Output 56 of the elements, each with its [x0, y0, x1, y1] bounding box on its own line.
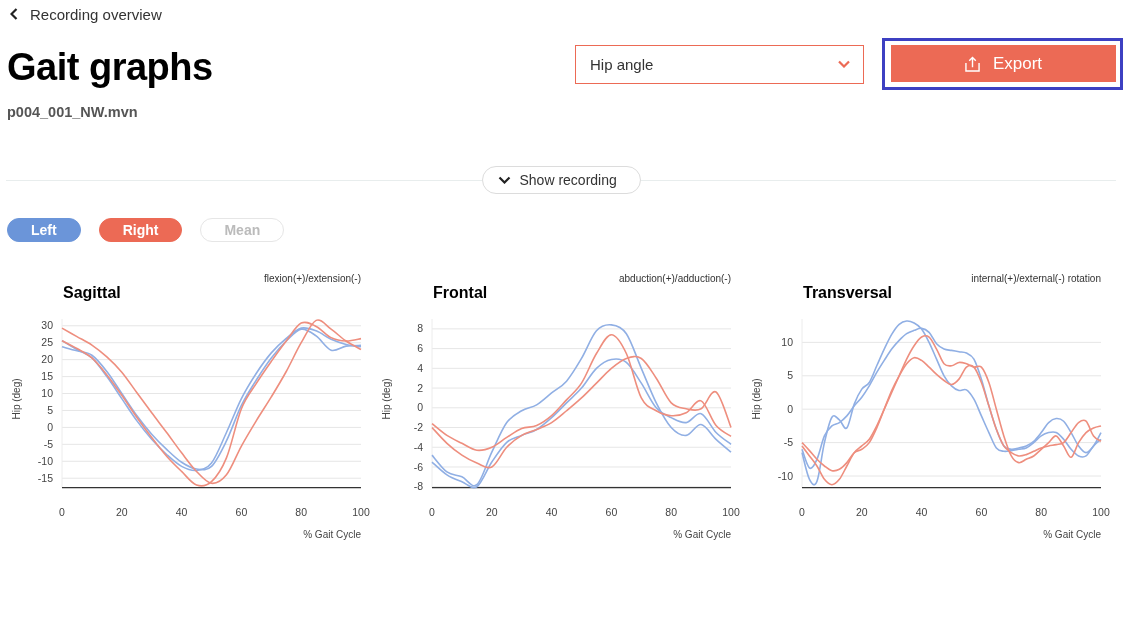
y-tick-label: 2 [417, 381, 423, 394]
x-tick-label: 60 [975, 505, 988, 518]
y-tick-label: -15 [37, 471, 53, 484]
y-tick-label: 0 [47, 421, 53, 433]
file-name: p004_001_NW.mvn [7, 103, 139, 121]
y-tick-label: -6 [413, 460, 423, 473]
x-axis-title: % Gait Cycle [303, 529, 361, 540]
y-tick-label: -8 [413, 480, 423, 493]
x-tick-label: 40 [545, 505, 558, 518]
y-tick-label: 8 [417, 322, 423, 335]
x-tick-label: 20 [485, 505, 498, 518]
x-tick-label: 0 [799, 505, 805, 518]
y-axis-title: Hip (deg) [380, 378, 392, 420]
y-tick-label: 10 [41, 387, 53, 400]
x-tick-label: 0 [59, 505, 65, 518]
x-tick-label: 0 [429, 505, 435, 518]
y-tick-label: 4 [417, 361, 423, 374]
chart-subtitle: flexion(+)/extension(-) [264, 273, 361, 284]
chart-title: Frontal [433, 284, 488, 301]
page-title: Gait graphs [7, 45, 213, 89]
x-tick-label: 100 [352, 505, 370, 518]
y-tick-label: 0 [417, 401, 423, 414]
chart-title: Transversal [803, 284, 892, 301]
y-tick-label: -5 [43, 437, 53, 450]
x-tick-label: 60 [605, 505, 618, 518]
x-tick-label: 20 [855, 505, 868, 518]
y-tick-label: 25 [41, 336, 53, 349]
y-tick-label: 20 [41, 353, 53, 366]
y-tick-label: -2 [413, 421, 423, 434]
x-tick-label: 100 [1092, 505, 1110, 518]
x-axis-title: % Gait Cycle [673, 529, 731, 540]
chart-subtitle: abduction(+)/adduction(-) [619, 273, 731, 284]
y-tick-label: 6 [417, 342, 423, 355]
y-tick-label: 5 [47, 404, 53, 417]
x-tick-label: 80 [295, 505, 308, 518]
chart-title: Sagittal [63, 284, 121, 301]
y-tick-label: -4 [413, 440, 423, 453]
y-tick-label: 10 [781, 336, 793, 348]
y-axis-title: Hip (deg) [10, 378, 22, 420]
x-tick-label: 80 [665, 505, 678, 518]
y-tick-label: -10 [37, 454, 53, 467]
x-tick-label: 80 [1035, 505, 1048, 518]
x-tick-label: 100 [722, 505, 740, 518]
y-tick-label: 30 [41, 319, 53, 332]
y-axis-title: Hip (deg) [750, 378, 762, 420]
x-tick-label: 60 [235, 505, 248, 518]
y-tick-label: 15 [41, 370, 53, 383]
y-tick-label: 0 [787, 402, 793, 415]
x-tick-label: 40 [915, 505, 928, 518]
x-tick-label: 40 [175, 505, 188, 518]
x-tick-label: 20 [115, 505, 128, 518]
x-axis-title: % Gait Cycle [1043, 529, 1101, 540]
y-tick-label: -10 [777, 469, 793, 482]
chart-subtitle: internal(+)/external(-) rotation [971, 273, 1101, 284]
y-tick-label: 5 [787, 369, 793, 382]
y-tick-label: -5 [783, 436, 793, 449]
